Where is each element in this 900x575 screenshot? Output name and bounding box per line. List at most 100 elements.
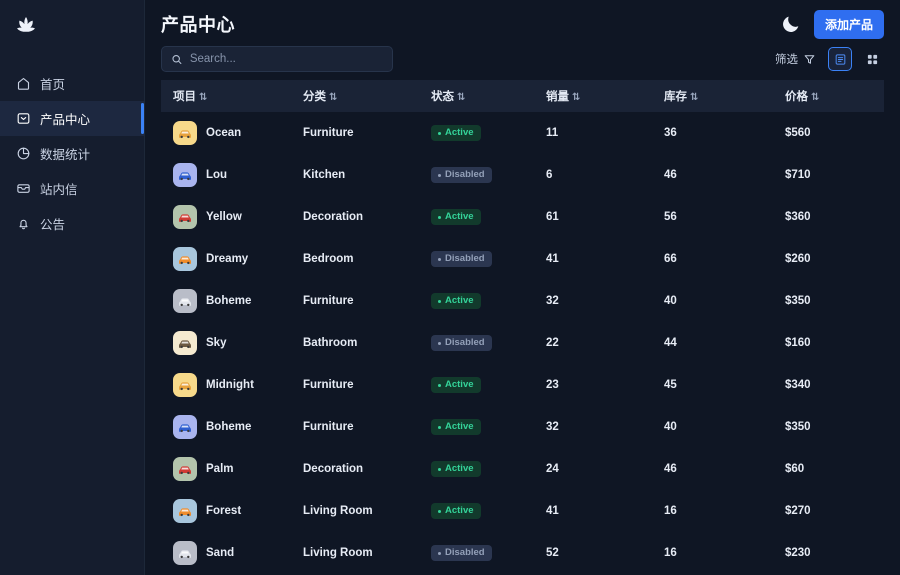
add-product-button[interactable]: 添加产品 (814, 10, 884, 39)
table-row[interactable]: MidnightFurnitureActive2345$340 (161, 364, 884, 406)
toolbar: 筛选 (145, 40, 900, 80)
table-row[interactable]: BohemeFurnitureActive3240$350 (161, 406, 884, 448)
grid-view-button[interactable] (860, 47, 884, 71)
cell-stock: 56 (652, 196, 773, 238)
table-row[interactable]: BohemeFurnitureActive3240$350 (161, 280, 884, 322)
status-label: Active (445, 506, 474, 516)
sidebar-item-messages[interactable]: 站内信 (0, 171, 144, 206)
sidebar-item-statistics[interactable]: 数据统计 (0, 136, 144, 171)
cell-stock: 16 (652, 532, 773, 574)
search-icon (171, 53, 183, 66)
cell-item: Midnight (161, 364, 291, 406)
table-row[interactable]: SandLiving RoomDisabled5216$230 (161, 532, 884, 574)
cell-status: Active (419, 364, 534, 406)
sidebar-item-home[interactable]: 首页 (0, 66, 144, 101)
car-icon (176, 166, 194, 184)
status-label: Active (445, 464, 474, 474)
sort-icon[interactable]: ⇅ (690, 92, 698, 103)
status-badge: Disabled (431, 167, 492, 183)
cell-sales: 41 (534, 238, 652, 280)
status-dot-icon (438, 174, 441, 177)
cell-price: $710 (773, 154, 884, 196)
search-input[interactable] (190, 53, 383, 65)
status-label: Disabled (445, 170, 485, 180)
cell-stock: 66 (652, 238, 773, 280)
search-box[interactable] (161, 46, 393, 72)
avatar (173, 331, 197, 355)
sort-icon[interactable]: ⇅ (572, 92, 580, 103)
sidebar-item-products[interactable]: 产品中心 (0, 101, 144, 136)
cell-status: Disabled (419, 322, 534, 364)
sidebar-item-announcements[interactable]: 公告 (0, 206, 144, 241)
column-header-status[interactable]: 状态⇅ (419, 80, 534, 112)
cell-status: Active (419, 196, 534, 238)
cell-price: $60 (773, 448, 884, 490)
cell-item: Lou (161, 154, 291, 196)
cell-stock: 16 (652, 490, 773, 532)
status-dot-icon (438, 552, 441, 555)
cell-item: Palm (161, 448, 291, 490)
products-table-wrap: 项目⇅ 分类⇅ 状态⇅ 销量⇅ 库存⇅ 价格⇅ OceanFurnitureAc… (145, 80, 900, 575)
cell-item: Sand (161, 532, 291, 574)
table-head: 项目⇅ 分类⇅ 状态⇅ 销量⇅ 库存⇅ 价格⇅ (161, 80, 884, 112)
cell-price: $350 (773, 406, 884, 448)
table-row[interactable]: YellowDecorationActive6156$360 (161, 196, 884, 238)
status-label: Disabled (445, 548, 485, 558)
car-icon (176, 502, 194, 520)
sidebar: 首页 产品中心 数据统计 站内信 公告 (0, 0, 145, 575)
sidebar-item-label: 产品中心 (40, 109, 90, 128)
logo[interactable] (0, 0, 144, 52)
status-badge: Active (431, 377, 481, 393)
table-row[interactable]: PalmDecorationActive2446$60 (161, 448, 884, 490)
avatar (173, 121, 197, 145)
moon-icon[interactable] (780, 13, 802, 35)
cell-stock: 40 (652, 406, 773, 448)
sort-icon[interactable]: ⇅ (811, 92, 819, 103)
status-badge: Active (431, 293, 481, 309)
table-row[interactable]: SkyBathroomDisabled2244$160 (161, 322, 884, 364)
cell-category: Kitchen (291, 154, 419, 196)
list-view-button[interactable] (828, 47, 852, 71)
table-row[interactable]: LouKitchenDisabled646$710 (161, 154, 884, 196)
cell-item: Forest (161, 490, 291, 532)
list-view-icon (834, 53, 847, 66)
column-header-sales[interactable]: 销量⇅ (534, 80, 652, 112)
cell-status: Active (419, 406, 534, 448)
cell-category: Furniture (291, 406, 419, 448)
item-name: Midnight (206, 379, 254, 391)
cell-category: Decoration (291, 448, 419, 490)
sort-icon[interactable]: ⇅ (199, 92, 207, 103)
column-header-category[interactable]: 分类⇅ (291, 80, 419, 112)
car-icon (176, 124, 194, 142)
table-row[interactable]: ForestLiving RoomActive4116$270 (161, 490, 884, 532)
cell-category: Furniture (291, 280, 419, 322)
column-header-item[interactable]: 项目⇅ (161, 80, 291, 112)
status-badge: Disabled (431, 545, 492, 561)
sort-icon[interactable]: ⇅ (457, 92, 465, 103)
lotus-logo-icon (14, 14, 38, 38)
cell-category: Furniture (291, 112, 419, 154)
filter-label: 筛选 (775, 51, 798, 67)
sidebar-nav: 首页 产品中心 数据统计 站内信 公告 (0, 66, 144, 241)
column-label: 状态 (431, 91, 454, 103)
table-row[interactable]: OceanFurnitureActive1136$560 (161, 112, 884, 154)
cell-item: Boheme (161, 280, 291, 322)
avatar (173, 205, 197, 229)
sort-icon[interactable]: ⇅ (329, 92, 337, 103)
car-icon (176, 376, 194, 394)
status-dot-icon (438, 468, 441, 471)
avatar (173, 163, 197, 187)
cell-price: $230 (773, 532, 884, 574)
table-row[interactable]: DreamyBedroomDisabled4166$260 (161, 238, 884, 280)
status-label: Disabled (445, 254, 485, 264)
status-dot-icon (438, 216, 441, 219)
column-header-price[interactable]: 价格⇅ (773, 80, 884, 112)
status-label: Disabled (445, 338, 485, 348)
mail-icon (16, 181, 31, 196)
cell-sales: 32 (534, 406, 652, 448)
cell-category: Bedroom (291, 238, 419, 280)
item-name: Sand (206, 547, 234, 559)
column-header-stock[interactable]: 库存⇅ (652, 80, 773, 112)
car-icon (176, 250, 194, 268)
filter-button[interactable]: 筛选 (771, 47, 820, 71)
